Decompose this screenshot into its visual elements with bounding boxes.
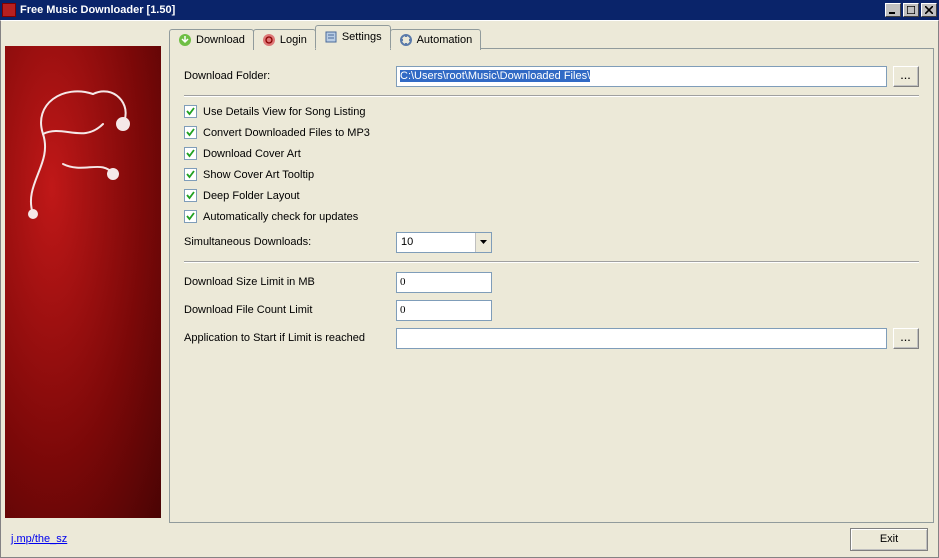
main-panel: Download Login Settings	[169, 25, 934, 523]
titlebar: Free Music Downloader [1.50]	[0, 0, 939, 20]
checkbox-cover-tooltip[interactable]: Show Cover Art Tooltip	[184, 168, 919, 181]
checkbox-label: Show Cover Art Tooltip	[203, 169, 314, 181]
minimize-button[interactable]	[885, 3, 901, 17]
checkbox-label: Use Details View for Song Listing	[203, 106, 365, 118]
checkbox-icon	[184, 210, 197, 223]
settings-icon	[324, 30, 338, 44]
count-limit-field[interactable]	[396, 300, 492, 321]
download-folder-label: Download Folder:	[184, 70, 396, 82]
tab-settings[interactable]: Settings	[315, 25, 391, 49]
tab-login[interactable]: Login	[253, 29, 316, 50]
checkbox-cover-art[interactable]: Download Cover Art	[184, 147, 919, 160]
exit-button-label: Exit	[880, 533, 898, 545]
tab-label: Login	[280, 34, 307, 46]
exit-button[interactable]: Exit	[850, 528, 928, 551]
tab-label: Settings	[342, 31, 382, 43]
tab-download[interactable]: Download	[169, 29, 254, 50]
checkbox-icon	[184, 147, 197, 160]
checkbox-label: Download Cover Art	[203, 148, 301, 160]
checkbox-label: Convert Downloaded Files to MP3	[203, 127, 370, 139]
size-limit-field[interactable]	[396, 272, 492, 293]
automation-icon	[399, 33, 413, 47]
checkbox-icon	[184, 168, 197, 181]
tab-label: Download	[196, 34, 245, 46]
browse-app-button[interactable]: ...	[893, 328, 919, 349]
checkbox-icon	[184, 126, 197, 139]
tab-automation[interactable]: Automation	[390, 29, 482, 50]
sim-downloads-select[interactable]: 10	[396, 232, 492, 253]
sidebar-decoration	[5, 46, 161, 518]
count-limit-label: Download File Count Limit	[184, 304, 396, 316]
settings-panel: Download Folder: C:\Users\root\Music\Dow…	[169, 48, 934, 523]
sim-downloads-value: 10	[401, 236, 413, 248]
sim-downloads-label: Simultaneous Downloads:	[184, 236, 396, 248]
limit-app-field[interactable]	[396, 328, 887, 349]
size-limit-label: Download Size Limit in MB	[184, 276, 396, 288]
tab-label: Automation	[417, 34, 473, 46]
checkbox-updates[interactable]: Automatically check for updates	[184, 210, 919, 223]
login-icon	[262, 33, 276, 47]
divider	[184, 261, 919, 263]
checkbox-icon	[184, 189, 197, 202]
tabstrip: Download Login Settings	[169, 25, 934, 49]
divider	[184, 95, 919, 97]
client-area: Download Login Settings	[0, 20, 939, 558]
window-title: Free Music Downloader [1.50]	[20, 4, 883, 16]
browse-folder-button[interactable]: ...	[893, 66, 919, 87]
maximize-button[interactable]	[903, 3, 919, 17]
chevron-down-icon	[475, 233, 491, 252]
checkbox-label: Deep Folder Layout	[203, 190, 300, 202]
app-icon	[2, 3, 16, 17]
footer: j.mp/the_sz Exit	[1, 527, 938, 557]
checkbox-label: Automatically check for updates	[203, 211, 358, 223]
checkbox-convert-mp3[interactable]: Convert Downloaded Files to MP3	[184, 126, 919, 139]
close-button[interactable]	[921, 3, 937, 17]
download-icon	[178, 33, 192, 47]
checkbox-details-view[interactable]: Use Details View for Song Listing	[184, 105, 919, 118]
download-folder-field[interactable]: C:\Users\root\Music\Downloaded Files\	[396, 66, 887, 87]
footer-link[interactable]: j.mp/the_sz	[11, 533, 67, 545]
download-folder-value: C:\Users\root\Music\Downloaded Files\	[400, 70, 590, 82]
limit-app-label: Application to Start if Limit is reached	[184, 332, 396, 344]
checkbox-deep-folder[interactable]: Deep Folder Layout	[184, 189, 919, 202]
checkbox-icon	[184, 105, 197, 118]
